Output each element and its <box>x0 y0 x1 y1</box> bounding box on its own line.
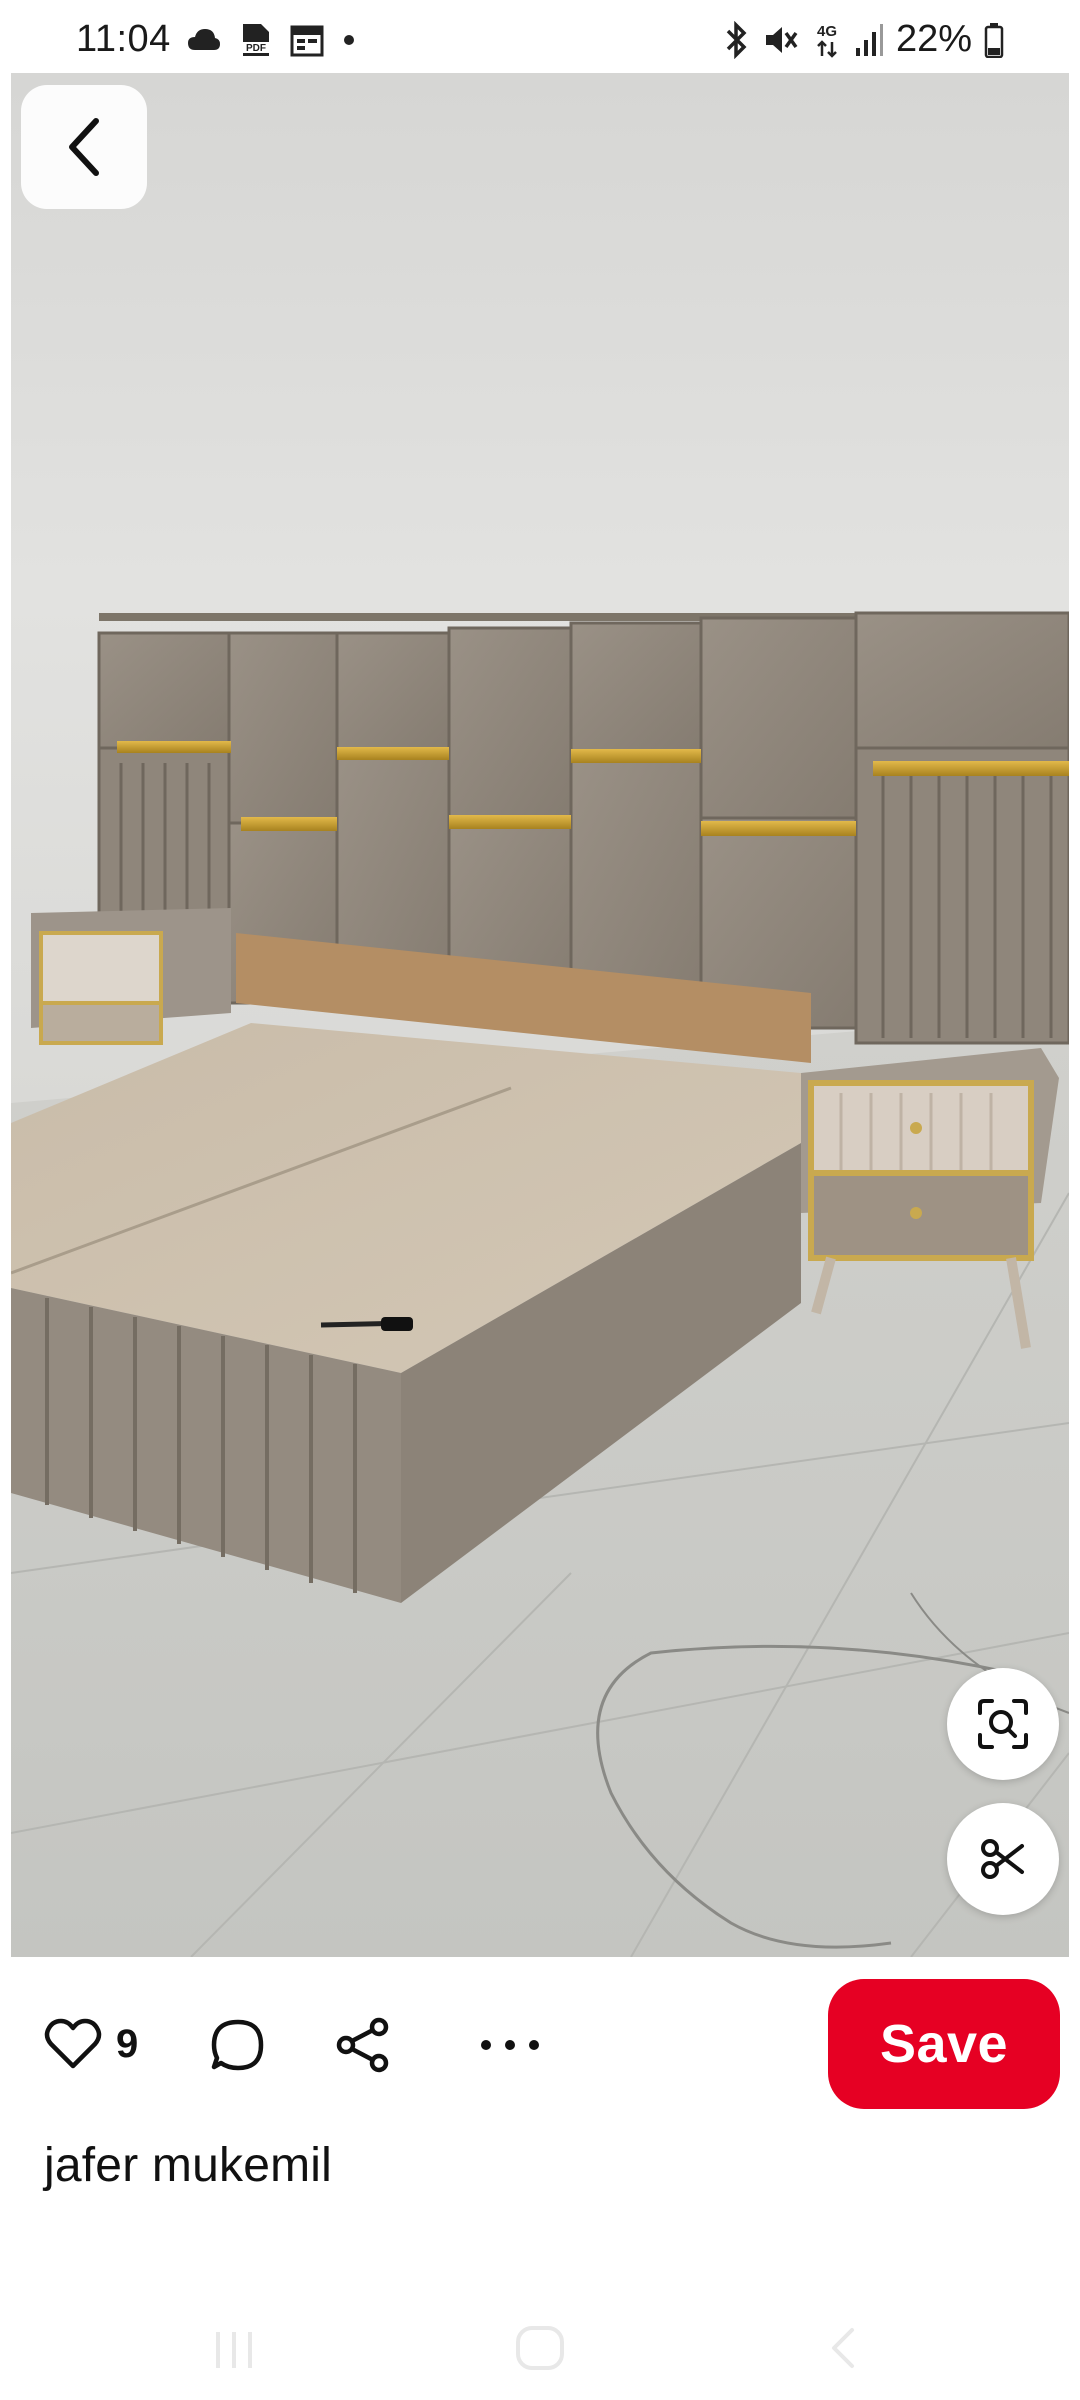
more-horizontal-icon <box>481 2040 539 2050</box>
pin-detail-screen: 11:04 PDF 4G 22% 9 Save jafer mukemil <box>0 0 1080 2400</box>
bluetooth-icon <box>726 20 747 59</box>
signal-icon <box>855 23 883 56</box>
comment-icon <box>211 2019 264 2071</box>
battery-percent: 22% <box>895 18 972 60</box>
dot-icon <box>344 35 354 45</box>
nav-back-button[interactable] <box>822 2320 862 2381</box>
home-icon <box>516 2326 564 2370</box>
save-button[interactable]: Save <box>828 1979 1060 2109</box>
pdf-icon: PDF <box>242 24 270 56</box>
comment-button[interactable] <box>210 2018 266 2079</box>
more-options-button[interactable] <box>478 2015 542 2080</box>
recents-button[interactable] <box>210 2322 258 2383</box>
home-button[interactable] <box>512 2320 568 2381</box>
cutout-button[interactable] <box>947 1803 1059 1915</box>
like-button[interactable]: 9 <box>44 2018 138 2070</box>
back-icon <box>832 2328 854 2368</box>
lens-search-icon <box>978 1699 1028 1749</box>
pin-image[interactable] <box>11 73 1069 1957</box>
svg-text:4G: 4G <box>817 23 837 40</box>
bed-photo <box>11 73 1069 1957</box>
status-left-icons: PDF <box>186 22 356 58</box>
visual-search-button[interactable] <box>947 1668 1059 1780</box>
chevron-left-icon <box>69 118 99 176</box>
pin-author-name[interactable]: jafer mukemil <box>44 2138 332 2193</box>
4g-icon: 4G <box>817 23 837 58</box>
status-right-icons: 4G 22% <box>722 18 1004 61</box>
pin-action-bar: 9 Save <box>0 1975 1080 2115</box>
mute-icon <box>765 26 798 53</box>
calendar-icon <box>290 25 324 57</box>
back-button[interactable] <box>21 85 147 209</box>
like-count: 9 <box>116 2021 139 2066</box>
recents-icon <box>216 2332 252 2368</box>
system-nav-bar <box>0 2300 1080 2400</box>
status-time: 11:04 <box>76 18 171 60</box>
share-button[interactable] <box>334 2016 392 2079</box>
scissors-icon <box>981 1839 1024 1879</box>
battery-icon <box>984 22 1004 58</box>
status-bar: 11:04 PDF 4G 22% <box>0 0 1080 72</box>
svg-text:PDF: PDF <box>246 43 266 54</box>
cloud-icon <box>188 29 220 50</box>
share-icon <box>336 2017 389 2073</box>
heart-icon <box>44 2018 102 2069</box>
